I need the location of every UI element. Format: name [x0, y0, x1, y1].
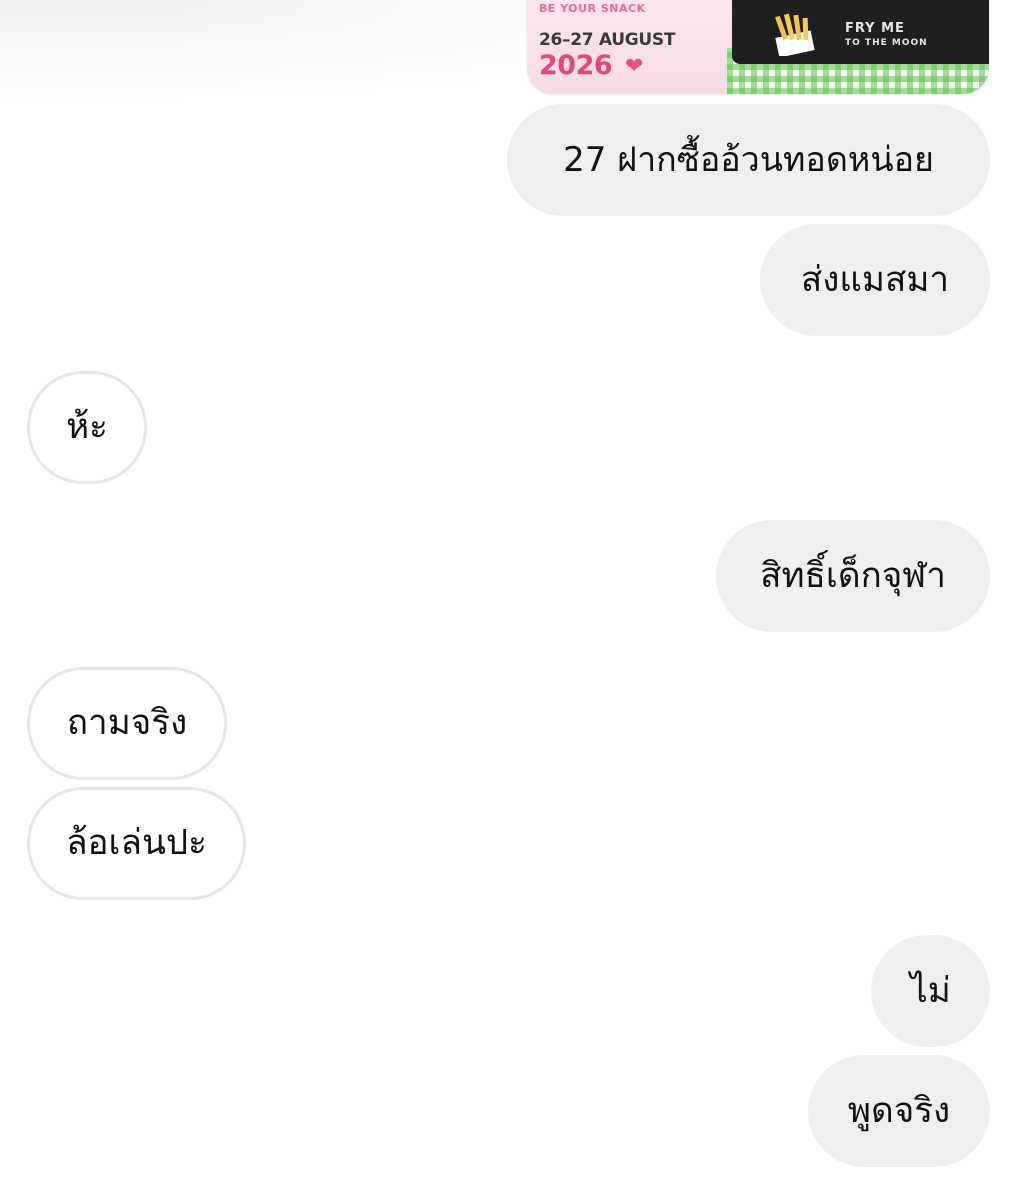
message-text: ถามจริง: [66, 703, 188, 743]
message-text: ไม่: [910, 970, 951, 1011]
message-text: พูดจริง: [847, 1090, 951, 1131]
message-bubble-sent[interactable]: 27 ฝากซื้ออ้วนทอดหน่อย: [507, 104, 990, 216]
poster-left-panel: BE YOUR SNACK 26–27 AUGUST 2026 ❤: [527, 0, 737, 94]
image-attachment[interactable]: BE YOUR SNACK 26–27 AUGUST 2026 ❤ FRY ME…: [527, 0, 989, 94]
message-text: สิทธิ์เด็กจุฬา: [760, 555, 946, 596]
poster-tag: BE YOUR SNACK: [539, 2, 646, 15]
message-text: ห้ะ: [66, 407, 108, 447]
poster-date: 26–27 AUGUST: [539, 30, 676, 50]
message-text: ล้อเล่นปะ: [66, 823, 207, 863]
message-text: 27 ฝากซื้ออ้วนทอดหน่อย: [563, 140, 934, 180]
message-bubble-received[interactable]: ล้อเล่นปะ: [27, 787, 246, 900]
poster-slogan-line2: TO THE MOON: [845, 38, 928, 48]
message-bubble-received[interactable]: ห้ะ: [27, 371, 147, 484]
poster-slogan-line1: FRY ME: [845, 21, 905, 36]
message-bubble-sent[interactable]: ไม่: [871, 935, 990, 1047]
fries-icon: [775, 13, 815, 56]
poster-slogan: FRY ME TO THE MOON: [845, 22, 928, 48]
message-bubble-sent[interactable]: พูดจริง: [808, 1055, 990, 1167]
message-text: ส่งแมสมา: [800, 259, 950, 300]
message-bubble-sent[interactable]: สิทธิ์เด็กจุฬา: [716, 520, 990, 632]
poster-year: 2026: [539, 50, 613, 81]
message-bubble-received[interactable]: ถามจริง: [27, 667, 227, 780]
heart-icon: ❤: [625, 54, 644, 79]
message-bubble-sent[interactable]: ส่งแมสมา: [760, 224, 990, 336]
